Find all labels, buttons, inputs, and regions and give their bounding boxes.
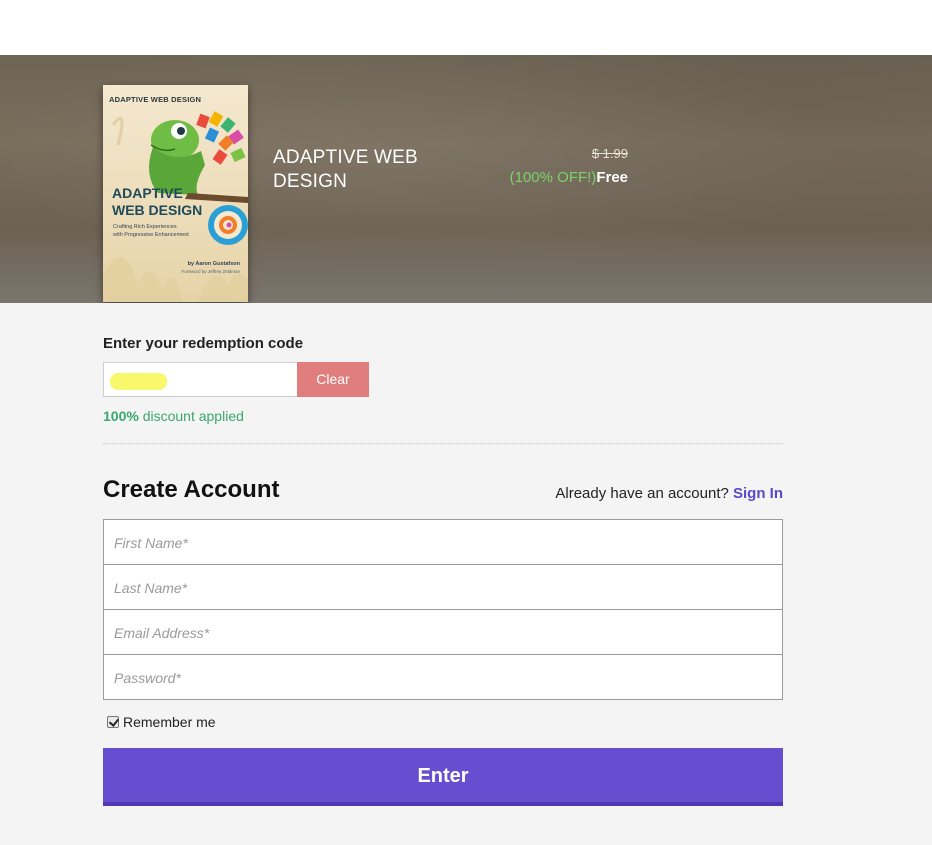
signin-link[interactable]: Sign In <box>733 485 783 502</box>
price-row: (100% OFF!)Free <box>470 169 628 186</box>
cover-title-line2: WEB DESIGN <box>112 202 203 218</box>
final-price: Free <box>596 169 628 186</box>
section-divider <box>103 443 783 444</box>
remember-me-checkbox[interactable] <box>107 716 119 728</box>
signin-prompt: Already have an account? Sign In <box>500 485 783 502</box>
cover-subtitle: Crafting Rich Experiences with Progressi… <box>113 223 189 239</box>
last-name-field[interactable]: Last Name* <box>103 564 783 610</box>
cover-title: ADAPTIVE WEB DESIGN <box>112 185 202 219</box>
account-form: First Name* Last Name* Email Address* Pa… <box>103 519 783 700</box>
redemption-code-input[interactable] <box>103 362 298 397</box>
remember-me-label: Remember me <box>123 714 216 730</box>
discount-percent: 100% <box>103 408 139 424</box>
cover-author: by Aaron Gustafson <box>187 261 240 267</box>
create-account-title: Create Account <box>103 476 280 503</box>
discount-applied-text: discount applied <box>138 408 244 424</box>
cover-subtitle-line2: with Progressive Enhancement <box>113 232 189 238</box>
product-title: ADAPTIVE WEB DESIGN <box>273 147 418 192</box>
email-placeholder: Email Address* <box>114 625 210 641</box>
password-placeholder: Password* <box>114 670 181 686</box>
cover-foreword: Foreword by Jeffrey Zeldman <box>181 269 240 274</box>
discount-applied-message: 100% discount applied <box>103 408 244 424</box>
top-bar <box>0 0 932 55</box>
redacted-code-highlight <box>110 373 167 390</box>
last-name-placeholder: Last Name* <box>114 580 188 596</box>
first-name-placeholder: First Name* <box>114 535 188 551</box>
cover-title-line1: ADAPTIVE <box>112 185 183 201</box>
original-price: $ 1.99 <box>591 146 628 161</box>
product-hero: ADAPTIVE WEB DESIGN ADAPTIVE WEB DESIGN … <box>0 55 932 303</box>
signin-prompt-text: Already have an account? <box>555 485 733 502</box>
cover-series-label: ADAPTIVE WEB DESIGN <box>109 95 202 104</box>
first-name-field[interactable]: First Name* <box>103 519 783 565</box>
redemption-code-label: Enter your redemption code <box>103 335 304 352</box>
email-field[interactable]: Email Address* <box>103 609 783 655</box>
password-field[interactable]: Password* <box>103 654 783 700</box>
book-cover-image: ADAPTIVE WEB DESIGN ADAPTIVE WEB DESIGN … <box>103 85 248 302</box>
discount-label: (100% OFF!) <box>509 169 597 186</box>
cover-subtitle-line1: Crafting Rich Experiences <box>113 224 177 230</box>
clear-button[interactable]: Clear <box>297 362 369 397</box>
enter-button[interactable]: Enter <box>103 748 783 806</box>
remember-me-row: Remember me <box>107 714 216 730</box>
